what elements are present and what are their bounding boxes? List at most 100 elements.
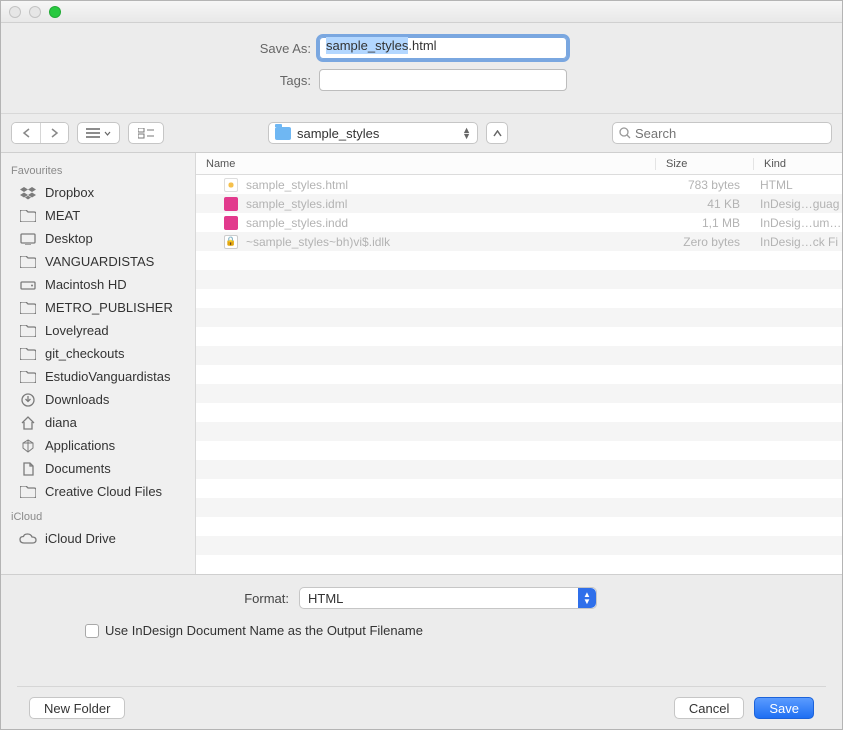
- sidebar-item-label: Lovelyread: [45, 323, 109, 338]
- folder-icon: [19, 371, 37, 383]
- empty-row: [196, 498, 842, 517]
- empty-row: [196, 536, 842, 555]
- sidebar-item[interactable]: Desktop: [1, 227, 195, 250]
- sidebar-item[interactable]: git_checkouts: [1, 342, 195, 365]
- format-value: HTML: [308, 591, 343, 606]
- chevron-updown-icon: ▲▼: [578, 588, 596, 608]
- group-icon: [138, 128, 154, 139]
- sidebar-item-label: Desktop: [45, 231, 93, 246]
- collapse-button[interactable]: [486, 122, 508, 144]
- toolbar: sample_styles ▲▼: [1, 113, 842, 153]
- sidebar-item[interactable]: Dropbox: [1, 181, 195, 204]
- sidebar-item-label: VANGUARDISTAS: [45, 254, 154, 269]
- sidebar-item-label: diana: [45, 415, 77, 430]
- empty-row: [196, 327, 842, 346]
- minimize-window-button[interactable]: [29, 6, 41, 18]
- tags-input[interactable]: [319, 69, 567, 91]
- zoom-window-button[interactable]: [49, 6, 61, 18]
- dropbox-icon: [19, 186, 37, 200]
- folder-icon: [19, 256, 37, 268]
- sidebar-heading: iCloud: [1, 503, 195, 527]
- sidebar-item-label: Documents: [45, 461, 111, 476]
- folder-icon: [275, 127, 291, 140]
- folder-icon: [19, 210, 37, 222]
- empty-row: [196, 308, 842, 327]
- sidebar-item[interactable]: iCloud Drive: [1, 527, 195, 550]
- empty-row: [196, 479, 842, 498]
- sidebar-item[interactable]: EstudioVanguardistas: [1, 365, 195, 388]
- empty-row: [196, 289, 842, 308]
- sidebar-item[interactable]: Applications: [1, 434, 195, 457]
- nav-buttons: [11, 122, 69, 144]
- sidebar-item-label: METRO_PUBLISHER: [45, 300, 173, 315]
- empty-row: [196, 365, 842, 384]
- sidebar-item-label: iCloud Drive: [45, 531, 116, 546]
- save-button[interactable]: Save: [754, 697, 814, 719]
- sidebar-item[interactable]: Documents: [1, 457, 195, 480]
- use-doc-name-checkbox[interactable]: [85, 624, 99, 638]
- file-kind: InDesig…guag: [754, 197, 842, 211]
- file-icon: [224, 216, 238, 230]
- empty-row: [196, 270, 842, 289]
- sidebar-item[interactable]: diana: [1, 411, 195, 434]
- list-icon: [86, 128, 100, 138]
- empty-row: [196, 441, 842, 460]
- empty-row: [196, 384, 842, 403]
- search-input[interactable]: [635, 126, 825, 141]
- sidebar-item[interactable]: Downloads: [1, 388, 195, 411]
- folder-icon: [19, 302, 37, 314]
- file-name: sample_styles.idml: [246, 197, 347, 211]
- sidebar-item-label: git_checkouts: [45, 346, 125, 361]
- sidebar-item[interactable]: VANGUARDISTAS: [1, 250, 195, 273]
- sidebar-item[interactable]: MEAT: [1, 204, 195, 227]
- new-folder-button[interactable]: New Folder: [29, 697, 125, 719]
- sidebar-heading: Favourites: [1, 157, 195, 181]
- sidebar-item[interactable]: Creative Cloud Files: [1, 480, 195, 503]
- save-as-input[interactable]: sample_styles.html: [319, 37, 567, 59]
- file-name: ~sample_styles~bh)vi$.idlk: [246, 235, 390, 249]
- file-row: sample_styles.indd1,1 MBInDesig…umen: [196, 213, 842, 232]
- back-button[interactable]: [12, 123, 40, 143]
- column-kind[interactable]: Kind: [754, 158, 842, 170]
- file-icon: [224, 178, 238, 192]
- file-row: sample_styles.html783 bytesHTML: [196, 175, 842, 194]
- use-doc-name-checkbox-row: Use InDesign Document Name as the Output…: [85, 623, 826, 638]
- format-label: Format:: [17, 591, 299, 606]
- sidebar-item-label: Downloads: [45, 392, 109, 407]
- chevron-updown-icon: ▲▼: [462, 127, 471, 139]
- file-icon: 🔒: [224, 235, 238, 249]
- sidebar-item[interactable]: METRO_PUBLISHER: [1, 296, 195, 319]
- empty-row: [196, 460, 842, 479]
- empty-row: [196, 555, 842, 574]
- desktop-icon: [19, 233, 37, 245]
- save-form: Save As: sample_styles.html Tags:: [1, 23, 842, 113]
- column-name[interactable]: Name: [196, 158, 656, 170]
- format-dropdown[interactable]: HTML ▲▼: [299, 587, 597, 609]
- empty-row: [196, 517, 842, 536]
- sidebar-item-label: EstudioVanguardistas: [45, 369, 171, 384]
- sidebar-item-label: Macintosh HD: [45, 277, 127, 292]
- empty-row: [196, 251, 842, 270]
- sidebar-item-label: Dropbox: [45, 185, 94, 200]
- use-doc-name-label: Use InDesign Document Name as the Output…: [105, 623, 423, 638]
- column-size[interactable]: Size: [656, 158, 754, 170]
- file-size: 1,1 MB: [656, 216, 754, 230]
- sidebar-item[interactable]: Macintosh HD: [1, 273, 195, 296]
- sidebar-item[interactable]: Lovelyread: [1, 319, 195, 342]
- folder-icon: [19, 348, 37, 360]
- sidebar: Favourites Dropbox MEAT Desktop VANGUARDISTA…: [1, 153, 196, 574]
- folder-icon: [19, 325, 37, 337]
- search-field[interactable]: [612, 122, 832, 144]
- close-window-button[interactable]: [9, 6, 21, 18]
- cancel-button[interactable]: Cancel: [674, 697, 744, 719]
- home-icon: [19, 416, 37, 430]
- file-list: Name Size Kind sample_styles.html783 byt…: [196, 153, 842, 574]
- file-size: Zero bytes: [656, 235, 754, 249]
- forward-button[interactable]: [40, 123, 68, 143]
- dialog-footer: New Folder Cancel Save: [17, 686, 826, 729]
- apps-icon: [19, 439, 37, 453]
- location-dropdown[interactable]: sample_styles ▲▼: [268, 122, 478, 144]
- view-mode-button[interactable]: [77, 122, 120, 144]
- group-button[interactable]: [128, 122, 164, 144]
- save-dialog: Save As: sample_styles.html Tags: sample…: [0, 0, 843, 730]
